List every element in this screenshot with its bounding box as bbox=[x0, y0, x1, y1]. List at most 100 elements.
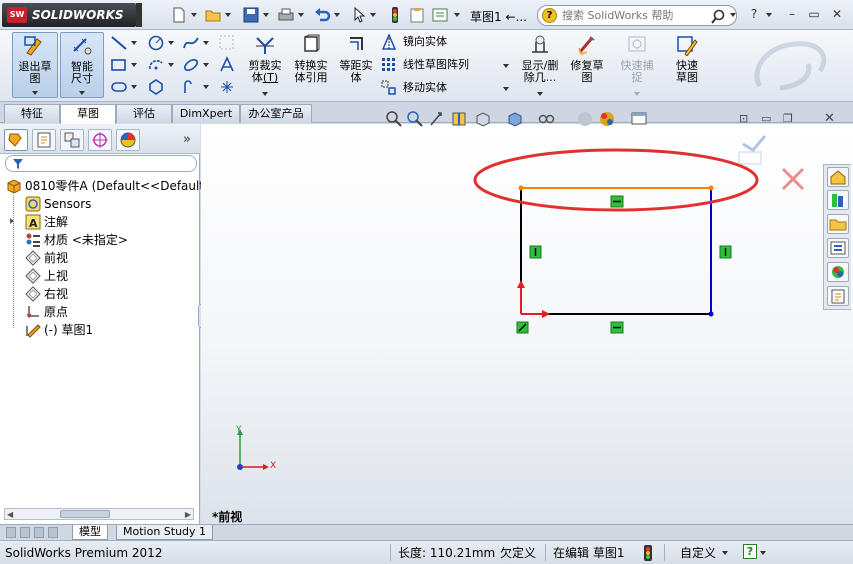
feature-tree-filter[interactable] bbox=[5, 155, 197, 172]
custom-properties-tab[interactable] bbox=[827, 286, 849, 306]
undo-icon[interactable] bbox=[313, 6, 331, 24]
repair-sketch-button[interactable]: 修复草图 bbox=[566, 32, 608, 98]
mirror-entities-button[interactable]: 镜向实体 bbox=[381, 32, 447, 52]
solidworks-resources-tab[interactable] bbox=[827, 167, 849, 187]
undo-dropdown-icon[interactable] bbox=[334, 13, 340, 17]
section-view-icon[interactable] bbox=[450, 110, 468, 128]
ellipse-dropdown-icon[interactable] bbox=[203, 63, 209, 67]
hide-show-items-icon[interactable] bbox=[537, 110, 555, 128]
convert-entities-button[interactable]: 转换实体引用 bbox=[290, 32, 332, 98]
viewport-tile-button[interactable]: ⊡ bbox=[739, 112, 748, 125]
exit-sketch-dropdown-icon[interactable] bbox=[32, 91, 38, 95]
help-dropdown-icon[interactable] bbox=[766, 13, 772, 17]
slot-dropdown-icon[interactable] bbox=[131, 85, 137, 89]
close-button[interactable]: ✕ bbox=[828, 6, 846, 22]
centerline-dropdown-icon[interactable] bbox=[203, 85, 209, 89]
restore-button[interactable]: ▭ bbox=[805, 6, 823, 22]
print-icon[interactable] bbox=[277, 6, 295, 24]
previous-tab-arrow-icon[interactable] bbox=[20, 527, 30, 538]
last-tab-arrow-icon[interactable] bbox=[48, 527, 58, 538]
point-icon[interactable] bbox=[218, 78, 236, 96]
vertical-relation-icon[interactable] bbox=[719, 245, 732, 259]
unit-system-dropdown-icon[interactable] bbox=[722, 551, 728, 555]
scroll-left-icon[interactable]: ◀ bbox=[7, 510, 13, 519]
dimxpert-manager-tab[interactable] bbox=[88, 129, 112, 151]
trim-entities-button[interactable]: 剪裁实体(T) bbox=[244, 32, 286, 98]
relations-dropdown-icon[interactable] bbox=[537, 92, 543, 96]
solidworks-menu-button[interactable]: SW SOLIDWORKS bbox=[2, 3, 136, 27]
spline-dropdown-icon[interactable] bbox=[203, 41, 209, 45]
edit-appearance-icon[interactable] bbox=[576, 110, 594, 128]
line-dropdown-icon[interactable] bbox=[131, 41, 137, 45]
search-icon[interactable] bbox=[710, 9, 726, 25]
zoom-to-fit-icon[interactable] bbox=[385, 110, 403, 128]
panel-horizontal-scrollbar[interactable]: ◀ ▶ bbox=[4, 508, 194, 520]
horizontal-relation-icon[interactable] bbox=[610, 321, 624, 334]
pattern-dropdown-icon[interactable] bbox=[503, 64, 509, 68]
help-search-box[interactable]: ? bbox=[537, 5, 737, 26]
rebuild-status-icon[interactable] bbox=[643, 545, 653, 561]
exit-sketch-button[interactable]: 退出草图 bbox=[12, 32, 58, 98]
confirm-sketch-icon[interactable] bbox=[738, 135, 767, 165]
apply-scene-icon[interactable] bbox=[598, 110, 616, 128]
sketch-point[interactable] bbox=[708, 311, 714, 317]
next-tab-arrow-icon[interactable] bbox=[34, 527, 44, 538]
minimize-button[interactable]: – bbox=[783, 6, 801, 22]
new-document-icon[interactable] bbox=[170, 6, 188, 24]
graphics-area[interactable]: Y X ⊡ ▭ ❐ ✕ bbox=[201, 111, 853, 524]
cancel-sketch-icon[interactable] bbox=[781, 167, 805, 191]
display-style-icon[interactable] bbox=[506, 110, 524, 128]
design-library-tab[interactable] bbox=[827, 190, 849, 210]
view-palette-tab[interactable] bbox=[827, 238, 849, 258]
smart-dimension-button[interactable]: 智能尺寸 bbox=[60, 32, 104, 98]
quick-tips-help-icon[interactable]: ? bbox=[743, 544, 757, 559]
property-manager-tab[interactable] bbox=[32, 129, 56, 151]
save-dropdown-icon[interactable] bbox=[263, 13, 269, 17]
spline-icon[interactable] bbox=[182, 34, 200, 52]
tab-features[interactable]: 特征 bbox=[4, 104, 60, 123]
quick-snaps-button[interactable]: 快速捕捉 bbox=[614, 32, 660, 98]
print-dropdown-icon[interactable] bbox=[298, 13, 304, 17]
search-dropdown-icon[interactable] bbox=[730, 13, 736, 17]
previous-view-icon[interactable] bbox=[428, 110, 446, 128]
line-icon[interactable] bbox=[110, 34, 128, 52]
select-cursor-icon[interactable] bbox=[350, 6, 368, 24]
scroll-thumb[interactable] bbox=[60, 510, 110, 518]
display-manager-tab[interactable] bbox=[116, 129, 140, 151]
arc-dropdown-icon[interactable] bbox=[168, 63, 174, 67]
menu-expand-arrow-icon[interactable] bbox=[136, 3, 142, 27]
scroll-right-icon[interactable]: ▶ bbox=[185, 510, 191, 519]
rebuild-traffic-light-icon[interactable] bbox=[386, 6, 404, 24]
arc-icon[interactable] bbox=[147, 56, 165, 74]
file-explorer-tab[interactable] bbox=[827, 214, 849, 234]
move-entities-button[interactable]: 移动实体 bbox=[381, 78, 447, 98]
viewport-minimize-button[interactable]: ▭ bbox=[761, 112, 771, 125]
quick-snaps-dropdown-icon[interactable] bbox=[634, 92, 640, 96]
feature-manager-tab[interactable] bbox=[4, 129, 28, 151]
view-orientation-icon[interactable] bbox=[474, 110, 492, 128]
first-tab-arrow-icon[interactable] bbox=[6, 527, 16, 538]
offset-entities-button[interactable]: 等距实体 bbox=[336, 32, 376, 98]
open-dropdown-icon[interactable] bbox=[225, 13, 231, 17]
centerline-icon[interactable] bbox=[182, 78, 200, 96]
options-icon[interactable] bbox=[431, 6, 449, 24]
open-folder-icon[interactable] bbox=[204, 6, 222, 24]
appearances-tab[interactable] bbox=[827, 262, 849, 282]
ellipse-icon[interactable] bbox=[182, 56, 200, 74]
polygon-icon[interactable] bbox=[147, 78, 165, 96]
configuration-manager-tab[interactable] bbox=[60, 129, 84, 151]
display-relations-button[interactable]: 显示/删除几... bbox=[516, 32, 564, 98]
new-dropdown-icon[interactable] bbox=[191, 13, 197, 17]
viewport-close-button[interactable]: ✕ bbox=[824, 111, 835, 126]
vertical-relation-icon[interactable] bbox=[529, 245, 542, 259]
coincident-relation-icon[interactable] bbox=[516, 321, 529, 334]
panel-more-icon[interactable]: » bbox=[183, 132, 191, 147]
select-dropdown-icon[interactable] bbox=[370, 13, 376, 17]
slot-icon[interactable] bbox=[110, 78, 128, 96]
tab-sketch[interactable]: 草图 bbox=[60, 104, 116, 124]
sketch-point[interactable] bbox=[708, 185, 714, 191]
linear-pattern-button[interactable]: 线性草图阵列 bbox=[381, 55, 469, 75]
tab-model[interactable]: 模型 bbox=[72, 525, 108, 540]
smart-dimension-dropdown-icon[interactable] bbox=[79, 91, 85, 95]
viewport-restore-button[interactable]: ❐ bbox=[783, 112, 793, 125]
